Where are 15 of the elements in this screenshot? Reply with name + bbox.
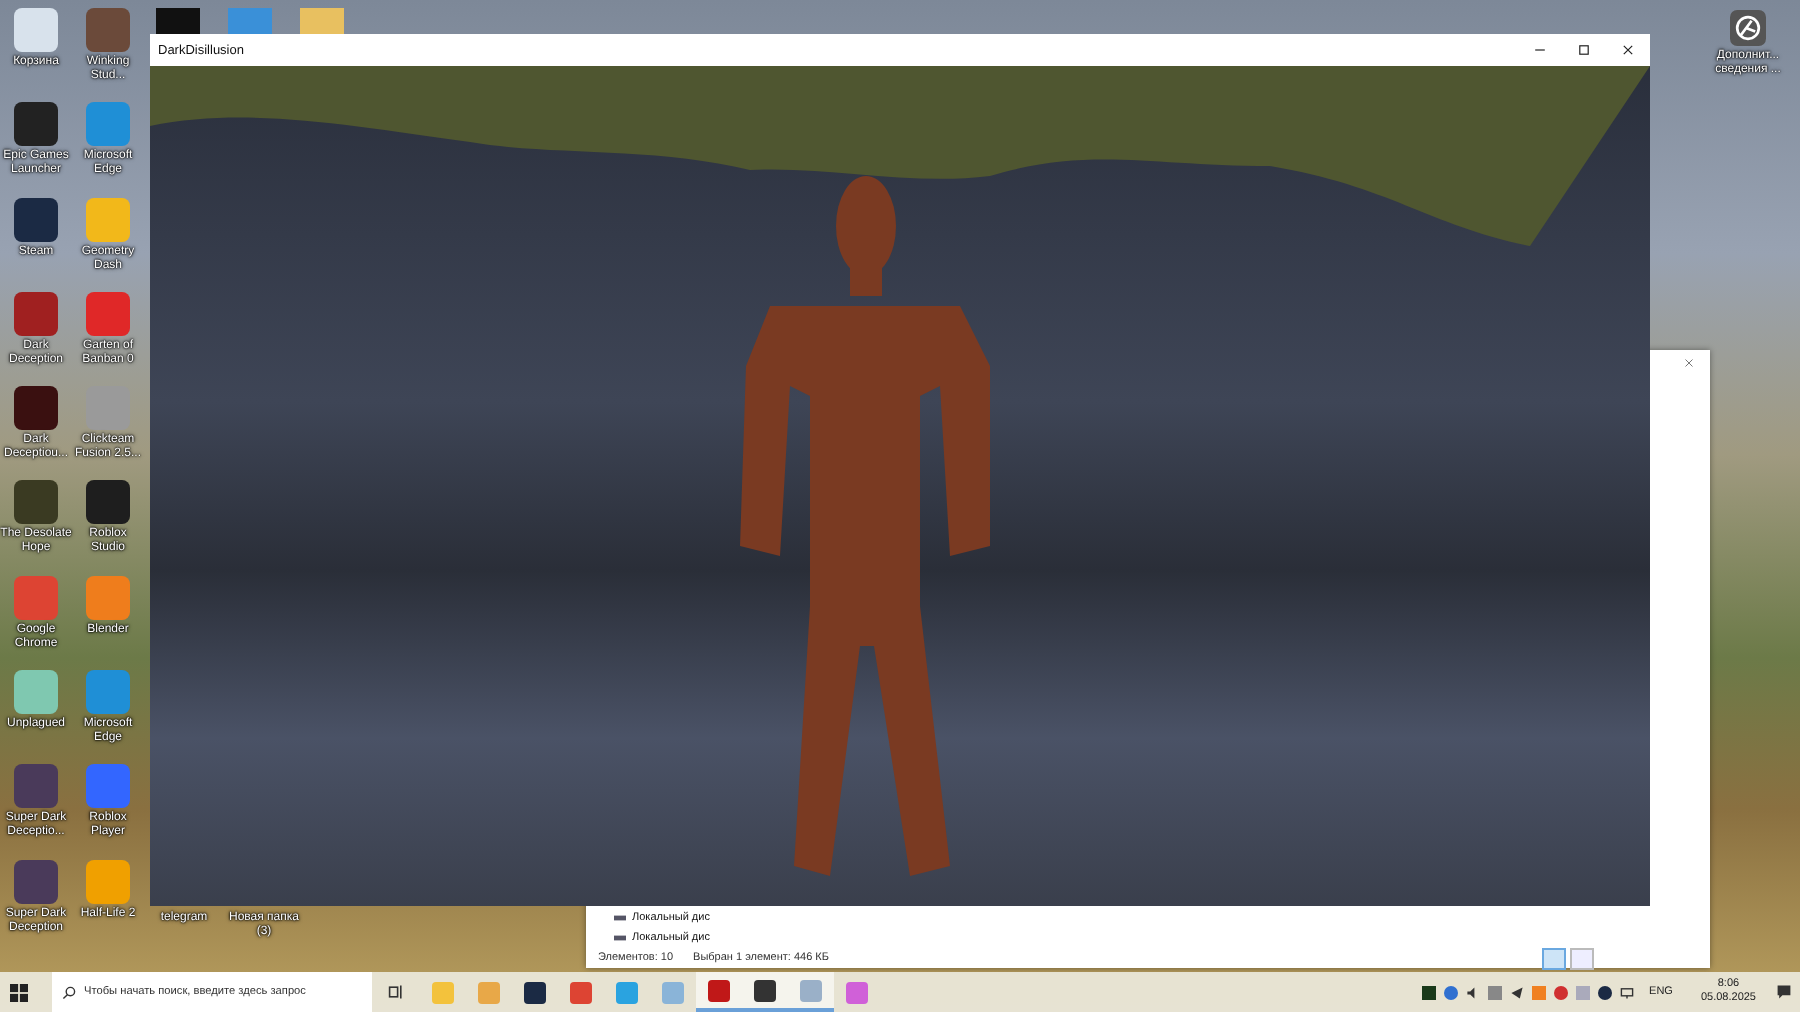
- maximize-icon[interactable]: [1578, 44, 1590, 56]
- close-icon[interactable]: [1622, 44, 1634, 56]
- monitor-icon[interactable]: [1619, 985, 1634, 999]
- search-icon: [62, 985, 76, 999]
- send-icon[interactable]: [1509, 985, 1524, 999]
- notification-icon[interactable]: [1776, 984, 1792, 1000]
- details-view-button[interactable]: [1542, 947, 1566, 969]
- minimize-icon[interactable]: [1534, 44, 1546, 56]
- taskbar-app-button[interactable]: [696, 972, 742, 1012]
- app-icon[interactable]: [156, 8, 200, 36]
- app-icon[interactable]: [14, 386, 58, 431]
- speaker-icon[interactable]: [1465, 985, 1480, 999]
- tiles-view-button[interactable]: [1570, 947, 1594, 969]
- windows-logo-icon[interactable]: [10, 983, 28, 1001]
- task-view-icon[interactable]: [388, 984, 404, 1000]
